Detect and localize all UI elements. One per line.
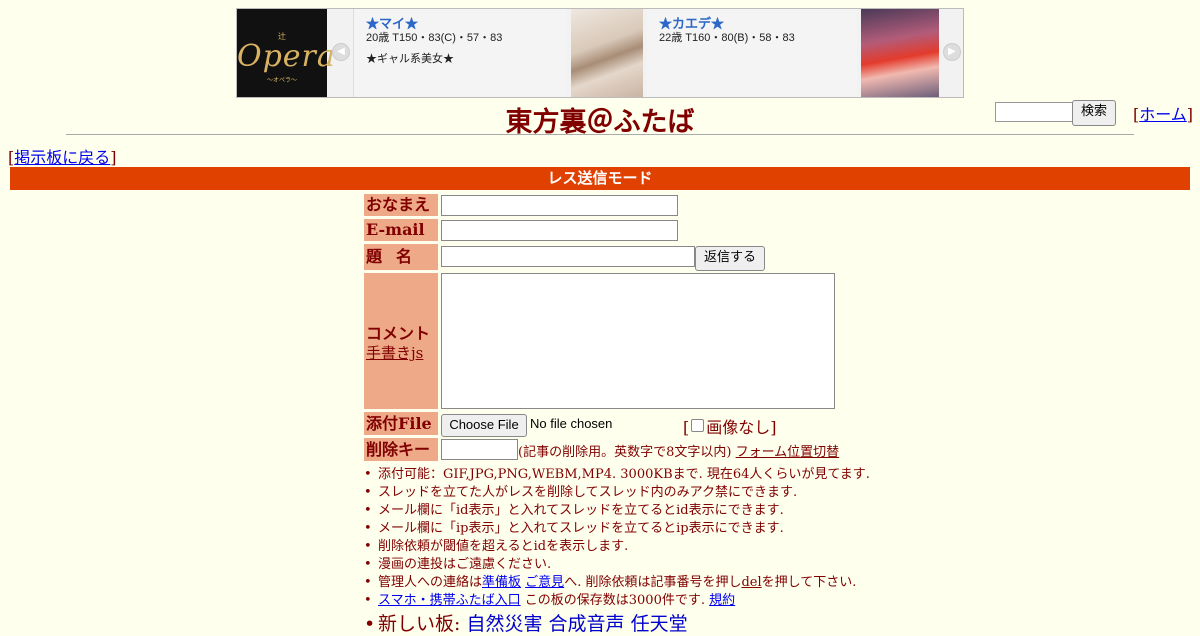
chevron-right-icon: ▶ <box>948 46 956 57</box>
note-text: 添付可能：GIF,JPG,PNG,WEBM,MP4. 3000KBまで. 現在6… <box>378 467 870 482</box>
card-description: ★ギャル系美女★ <box>366 53 454 65</box>
comment-label: コメント <box>366 324 431 343</box>
banner-card[interactable]: ★カエデ★ 22歳 T160・80(B)・58・83 <box>647 9 857 97</box>
comment-label-cell: コメント 手書きjs <box>364 273 438 409</box>
name-label: おなまえ <box>364 194 438 216</box>
noimage-label: 画像なし <box>706 418 771 437</box>
list-item: メール欄に「id表示」と入れてスレッドを立てるとid表示にできます. <box>362 502 870 520</box>
note-text: 漫画の連投はご遠慮ください. <box>378 557 552 572</box>
list-item: 管理人への連絡は準備板 ご意見へ. 削除依頼は記事番号を押しdelを押して下さい… <box>362 574 870 592</box>
card-stats: 22歳 T160・80(B)・58・83 <box>659 32 795 44</box>
home-link[interactable]: ホーム <box>1139 105 1187 124</box>
email-label: E-mail <box>364 219 438 241</box>
note-text: 管理人への連絡は <box>378 575 483 590</box>
noimage-checkbox[interactable] <box>691 419 705 432</box>
reply-button[interactable]: 返信する <box>695 246 765 271</box>
comment-textarea[interactable] <box>441 273 835 409</box>
banner-card[interactable]: ★マイ★ 20歳 T150・83(C)・57・83 ★ギャル系美女★ <box>353 9 566 97</box>
list-item: メール欄に「ip表示」と入れてスレッドを立てるとip表示にできます. <box>362 520 870 538</box>
ad-banner[interactable]: 辻 Opera 〜オペラ〜 ◀ ★マイ★ 20歳 T150・83(C)・57・8… <box>236 8 964 98</box>
new-boards-label: 新しい板: <box>378 613 461 635</box>
divider <box>66 134 1134 135</box>
delkey-note: (記事の削除用。英数字で8文字以内) <box>518 445 732 460</box>
logo-text: Opera <box>237 39 336 74</box>
note-text: メール欄に「ip表示」と入れてスレッドを立てるとip表示にできます. <box>378 521 784 536</box>
back-to-board-link[interactable]: 掲示板に戻る <box>14 148 110 167</box>
back-link-wrapper: [掲示板に戻る] <box>8 148 117 167</box>
home-link-wrapper: [ホーム] <box>1133 105 1194 124</box>
banner-photo[interactable] <box>571 9 643 97</box>
delkey-label: 削除キー <box>364 438 438 461</box>
carousel-prev-button[interactable]: ◀ <box>332 43 350 61</box>
choose-file-button[interactable]: Choose File <box>441 414 527 437</box>
del-link[interactable]: del <box>741 575 761 590</box>
list-item: 漫画の連投はご遠慮ください. <box>362 556 870 574</box>
noimage-option: [画像なし] <box>683 418 777 437</box>
list-item: スマホ・携帯ふたば入口 この板の保存数は3000件です. 規約 <box>362 592 870 610</box>
mode-bar: レス送信モード <box>10 167 1190 190</box>
feedback-link[interactable]: ご意見 <box>525 575 564 590</box>
note-text: この板の保存数は3000件です. <box>524 593 705 608</box>
note-text: へ. 削除依頼は記事番号を押し <box>564 575 742 590</box>
list-item: 削除依頼が閾値を超えるとidを表示します. <box>362 538 870 556</box>
list-item: 添付可能：GIF,JPG,PNG,WEBM,MP4. 3000KBまで. 現在6… <box>362 466 870 484</box>
board-link[interactable]: 合成音声 <box>549 613 625 635</box>
carousel-next-button[interactable]: ▶ <box>943 43 961 61</box>
board-link[interactable]: 自然災害 <box>466 613 542 635</box>
chevron-left-icon: ◀ <box>337 46 345 57</box>
search-input[interactable] <box>995 102 1073 122</box>
delkey-note-wrapper: (記事の削除用。英数字で8文字以内) フォーム位置切替 <box>518 441 839 460</box>
note-text: メール欄に「id表示」と入れてスレッドを立てるとid表示にできます. <box>378 503 784 518</box>
form-position-link[interactable]: フォーム位置切替 <box>736 445 840 460</box>
note-text: 削除依頼が閾値を超えるとidを表示します. <box>378 539 629 554</box>
card-stats: 20歳 T150・83(C)・57・83 <box>366 32 503 44</box>
email-input[interactable] <box>441 220 678 241</box>
notes-list: 添付可能：GIF,JPG,PNG,WEBM,MP4. 3000KBまで. 現在6… <box>362 466 870 636</box>
logo-sub-text: 〜オペラ〜 <box>266 77 297 84</box>
file-label: 添付File <box>364 412 438 435</box>
handwriting-link[interactable]: 手書きjs <box>366 342 423 363</box>
board-link[interactable]: 任天堂 <box>631 613 688 635</box>
prep-board-link[interactable]: 準備板 <box>482 575 521 590</box>
list-item: 新しい板: 自然災害 合成音声 任天堂 <box>362 612 870 636</box>
opera-logo[interactable]: 辻 Opera 〜オペラ〜 <box>237 9 336 97</box>
name-input[interactable] <box>441 195 678 216</box>
rules-link[interactable]: 規約 <box>709 593 735 608</box>
file-status: No file chosen <box>530 416 613 431</box>
note-text: を押して下さい. <box>761 575 857 590</box>
list-item: スレッドを立てた人がレスを削除してスレッド内のみアク禁にできます. <box>362 484 870 502</box>
delkey-input[interactable] <box>441 439 518 460</box>
subject-label: 題名 <box>364 244 438 270</box>
note-text: スレッドを立てた人がレスを削除してスレッド内のみアク禁にできます. <box>378 485 798 500</box>
banner-photo[interactable] <box>861 9 939 97</box>
search-button[interactable]: 検索 <box>1072 100 1116 126</box>
subject-input[interactable] <box>441 246 695 267</box>
mobile-entrance-link[interactable]: スマホ・携帯ふたば入口 <box>378 593 521 608</box>
